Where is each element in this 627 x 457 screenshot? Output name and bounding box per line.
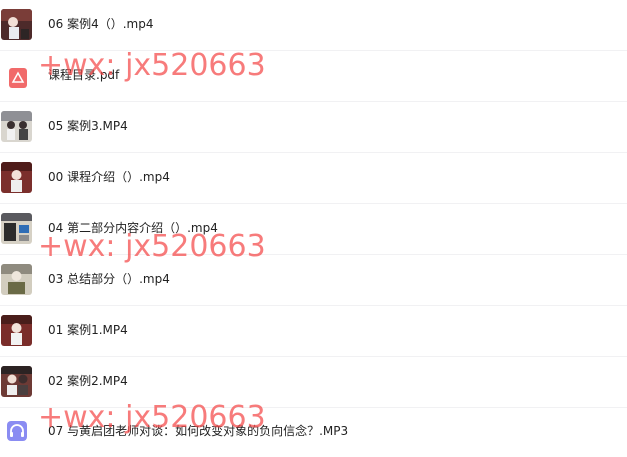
file-row-video[interactable]: 06 案例4（）.mp4: [0, 0, 627, 51]
file-row-video[interactable]: 05 案例3.MP4: [0, 102, 627, 153]
headphones-icon: [7, 421, 27, 441]
file-name: 04 第二部分内容介绍（）.mp4: [48, 221, 218, 235]
file-row-video[interactable]: 04 第二部分内容介绍（）.mp4: [0, 204, 627, 255]
file-list: 06 案例4（）.mp4 课程目录.pdf 05 案例3.MP4 00 课程介绍…: [0, 0, 627, 457]
file-name: 00 课程介绍（）.mp4: [48, 170, 170, 184]
file-row-audio[interactable]: 07 与黄启团老师对谈：如何改变对象的负向信念？.MP3: [0, 408, 627, 457]
file-row-video[interactable]: 02 案例2.MP4: [0, 357, 627, 408]
file-row-pdf[interactable]: 课程目录.pdf: [0, 51, 627, 102]
video-thumbnail-icon: [1, 264, 32, 295]
file-name: 03 总结部分（）.mp4: [48, 272, 170, 286]
pdf-icon: [9, 68, 27, 88]
file-name: 07 与黄启团老师对谈：如何改变对象的负向信念？.MP3: [48, 424, 349, 438]
file-row-video[interactable]: 01 案例1.MP4: [0, 306, 627, 357]
file-name: 课程目录.pdf: [48, 68, 120, 82]
video-thumbnail-icon: [1, 162, 32, 193]
file-name: 06 案例4（）.mp4: [48, 17, 154, 31]
video-thumbnail-icon: [1, 213, 32, 244]
file-row-video[interactable]: 03 总结部分（）.mp4: [0, 255, 627, 306]
file-name: 01 案例1.MP4: [48, 323, 128, 337]
file-name: 05 案例3.MP4: [48, 119, 128, 133]
file-row-video[interactable]: 00 课程介绍（）.mp4: [0, 153, 627, 204]
video-thumbnail-icon: [1, 315, 32, 346]
video-thumbnail-icon: [1, 366, 32, 397]
file-name: 02 案例2.MP4: [48, 374, 128, 388]
video-thumbnail-icon: [1, 9, 32, 40]
video-thumbnail-icon: [1, 111, 32, 142]
